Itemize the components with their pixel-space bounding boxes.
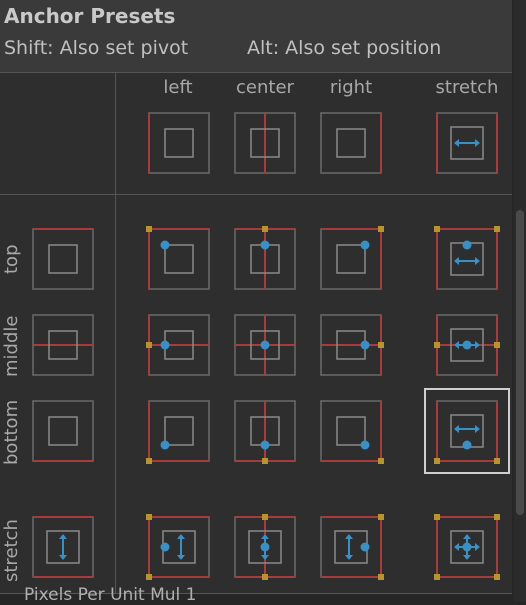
preset-top-none[interactable] (32, 228, 94, 290)
preset-none-right[interactable] (320, 112, 382, 174)
preset-none-stretch[interactable] (436, 112, 498, 174)
preset-top-left[interactable] (146, 226, 210, 290)
preset-top-right[interactable] (320, 226, 384, 290)
preset-stretch-right[interactable] (320, 514, 384, 580)
anchor-presets-popup: Anchor Presets Shift: Also set pivot Alt… (0, 0, 512, 594)
preset-bottom-left[interactable] (146, 400, 210, 464)
preset-stretch-center[interactable] (234, 514, 296, 580)
preset-none-left[interactable] (148, 112, 210, 174)
preset-middle-none[interactable] (32, 314, 94, 376)
preset-top-center[interactable] (234, 226, 296, 290)
preset-bottom-stretch[interactable] (424, 388, 510, 474)
preset-stretch-left[interactable] (146, 514, 210, 580)
preset-none-center[interactable] (234, 112, 296, 174)
preset-bottom-right[interactable] (320, 400, 384, 464)
preset-middle-stretch[interactable] (434, 314, 500, 376)
preset-stretch-stretch[interactable] (434, 514, 500, 580)
preset-bottom-center[interactable] (234, 400, 296, 464)
preset-middle-right[interactable] (320, 314, 384, 376)
preset-stretch-none[interactable] (32, 516, 94, 578)
anchor-preset-grid (32, 112, 510, 580)
background-field-label: Pixels Per Unit Mul 1 (24, 585, 197, 605)
preset-bottom-none[interactable] (32, 400, 94, 462)
preset-top-stretch[interactable] (434, 226, 500, 290)
preset-middle-center[interactable] (234, 314, 296, 376)
scrollbar-thumb[interactable] (516, 210, 524, 515)
preset-middle-left[interactable] (146, 314, 210, 376)
